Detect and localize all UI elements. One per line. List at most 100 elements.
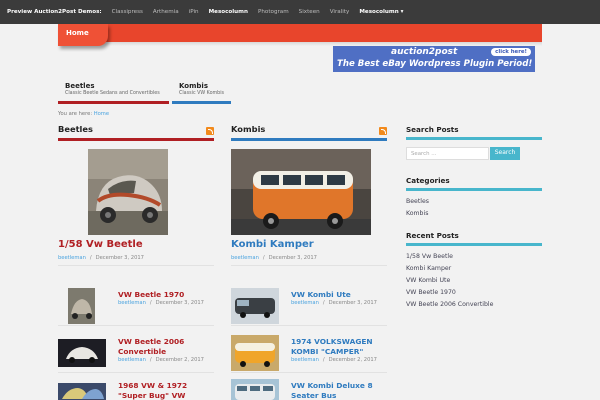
- widget-heading-bar: [406, 243, 542, 246]
- category-tab-kombis[interactable]: Kombis Classic VW Kombis: [172, 82, 231, 104]
- post-thumbnail[interactable]: [231, 379, 279, 400]
- search-widget: Search Posts Search ... Search: [406, 125, 542, 160]
- post-meta: beetleman / December 3, 2017: [118, 300, 204, 306]
- list-item: 1974 VOLKSWAGEN KOMBI "CAMPER" beetleman…: [231, 335, 387, 375]
- post-title-link[interactable]: VW Kombi Deluxe 8 Seater Bus: [291, 381, 387, 400]
- featured-post-title[interactable]: 1/58 Vw Beetle: [58, 239, 143, 250]
- category-tab-title: Beetles: [65, 82, 95, 90]
- breadcrumb: You are here: Home: [58, 111, 109, 117]
- demo-link-sixteen[interactable]: Sixteen: [299, 9, 320, 15]
- list-item: VW Kombi Deluxe 8 Seater Bus: [231, 379, 387, 400]
- post-author-link[interactable]: beetleman: [118, 300, 146, 306]
- banner-tagline: The Best eBay Wordpress Plugin Period!: [337, 59, 533, 69]
- widget-heading-bar: [406, 137, 542, 140]
- categories-widget-heading: Categories: [406, 176, 450, 185]
- beetles-heading-bar: [58, 138, 214, 141]
- demo-link-classipress[interactable]: Classipress: [112, 9, 143, 15]
- demo-preview-bar: Preview Auction2Post Demos: Classipress …: [0, 0, 600, 24]
- post-meta: beetleman / December 2, 2017: [291, 357, 377, 363]
- post-thumbnail[interactable]: [231, 288, 279, 324]
- kombis-column: Kombis Kombi Kamper beetleman / December 3…: [231, 124, 387, 400]
- recent-post-link[interactable]: VW Kombi Ute: [406, 277, 542, 284]
- demo-link-photogram[interactable]: Photogram: [258, 9, 289, 15]
- list-item: VW Kombi Ute beetleman / December 3, 2017: [231, 288, 387, 328]
- post-title-link[interactable]: 1974 VOLKSWAGEN KOMBI "CAMPER": [291, 337, 387, 357]
- post-thumbnail[interactable]: [68, 288, 95, 324]
- demo-link-virality[interactable]: Virality: [330, 9, 350, 15]
- post-title-link[interactable]: VW Beetle 1970: [118, 290, 214, 300]
- kombis-heading-bar: [231, 138, 387, 141]
- post-meta: beetleman / December 3, 2017: [291, 300, 377, 306]
- demo-preview-label: Preview Auction2Post Demos:: [7, 9, 102, 15]
- post-thumbnail[interactable]: [58, 383, 106, 400]
- divider: [231, 325, 387, 326]
- recent-posts-widget: Recent Posts 1/58 Vw Beetle Kombi Kamper…: [406, 231, 542, 313]
- kombis-heading[interactable]: Kombis: [231, 124, 387, 138]
- search-input[interactable]: Search ...: [406, 147, 489, 160]
- post-title-link[interactable]: 1968 VW & 1972 "Super Bug" VW Beetle: [118, 381, 214, 400]
- recent-posts-heading: Recent Posts: [406, 231, 459, 240]
- nav-home-link[interactable]: Home: [58, 24, 108, 46]
- divider: [231, 372, 387, 373]
- list-item: VW Beetle 1970 beetleman / December 3, 201…: [58, 288, 214, 328]
- banner-click-here-button[interactable]: click here!: [491, 48, 531, 56]
- post-author-link[interactable]: beetleman: [58, 255, 86, 261]
- categories-widget: Categories Beetles Kombis: [406, 176, 542, 222]
- recent-post-link[interactable]: 1/58 Vw Beetle: [406, 253, 542, 260]
- category-tab-subtitle: Classic VW Kombis: [179, 91, 225, 96]
- post-date: December 3, 2017: [328, 300, 377, 306]
- featured-post-meta: beetleman / December 3, 2017: [58, 255, 144, 261]
- category-tab-beetles[interactable]: Beetles Classic Beetle Sedans and Conver…: [58, 82, 169, 104]
- post-meta: beetleman / December 2, 2017: [118, 357, 204, 363]
- demo-link-ipin[interactable]: iPin: [189, 9, 199, 15]
- rss-feed-icon[interactable]: [379, 127, 387, 135]
- rss-feed-icon[interactable]: [206, 127, 214, 135]
- post-author-link[interactable]: beetleman: [118, 357, 146, 363]
- beetles-heading[interactable]: Beetles: [58, 124, 214, 138]
- recent-post-link[interactable]: VW Beetle 2006 Convertible: [406, 301, 542, 308]
- demo-link-mesocolumn[interactable]: Mesocolumn: [209, 9, 248, 15]
- featured-kombi-image[interactable]: [231, 149, 371, 235]
- widget-heading-bar: [406, 188, 542, 191]
- post-date: December 3, 2017: [155, 300, 204, 306]
- banner-brand: auction2post: [391, 47, 458, 57]
- divider: [58, 325, 214, 326]
- search-form: Search ... Search: [406, 147, 542, 160]
- featured-post-meta: beetleman / December 3, 2017: [231, 255, 317, 261]
- list-item: 1968 VW & 1972 "Super Bug" VW Beetle: [58, 379, 214, 400]
- post-date: December 3, 2017: [268, 255, 317, 261]
- breadcrumb-prefix: You are here:: [58, 111, 93, 117]
- divider: [58, 265, 214, 266]
- category-tab-title: Kombis: [179, 82, 208, 90]
- category-tab-underline: [58, 101, 169, 104]
- post-thumbnail[interactable]: [231, 335, 279, 371]
- post-date: December 3, 2017: [95, 255, 144, 261]
- category-tab-underline: [172, 101, 231, 104]
- featured-beetle-image[interactable]: [88, 149, 168, 235]
- main-nav-bar: [58, 24, 542, 42]
- post-author-link[interactable]: beetleman: [291, 357, 319, 363]
- post-author-link[interactable]: beetleman: [231, 255, 259, 261]
- featured-post-title[interactable]: Kombi Kamper: [231, 239, 314, 250]
- beetles-column: Beetles 1/58 Vw Beetle beetleman / Decembe…: [58, 124, 214, 400]
- search-widget-heading: Search Posts: [406, 125, 459, 134]
- divider: [58, 372, 214, 373]
- demo-link-arthemia[interactable]: Arthemia: [153, 9, 179, 15]
- recent-post-link[interactable]: Kombi Kamper: [406, 265, 542, 272]
- category-tab-subtitle: Classic Beetle Sedans and Convertibles: [65, 91, 160, 96]
- post-title-link[interactable]: VW Kombi Ute: [291, 290, 387, 300]
- post-date: December 2, 2017: [155, 357, 204, 363]
- auction2post-banner-ad[interactable]: auction2post click here! The Best eBay W…: [333, 46, 535, 72]
- post-date: December 2, 2017: [328, 357, 377, 363]
- post-author-link[interactable]: beetleman: [291, 300, 319, 306]
- divider: [231, 265, 387, 266]
- post-thumbnail[interactable]: [58, 339, 106, 367]
- demo-theme-dropdown[interactable]: Mesocolumn ▾: [359, 9, 403, 15]
- category-link-beetles[interactable]: Beetles: [406, 198, 542, 205]
- category-link-kombis[interactable]: Kombis: [406, 210, 542, 217]
- list-item: VW Beetle 2006 Convertible beetleman / Dec…: [58, 335, 214, 375]
- post-title-link[interactable]: VW Beetle 2006 Convertible: [118, 337, 214, 357]
- search-button[interactable]: Search: [490, 147, 520, 160]
- recent-post-link[interactable]: VW Beetle 1970: [406, 289, 542, 296]
- breadcrumb-home-link[interactable]: Home: [94, 111, 109, 117]
